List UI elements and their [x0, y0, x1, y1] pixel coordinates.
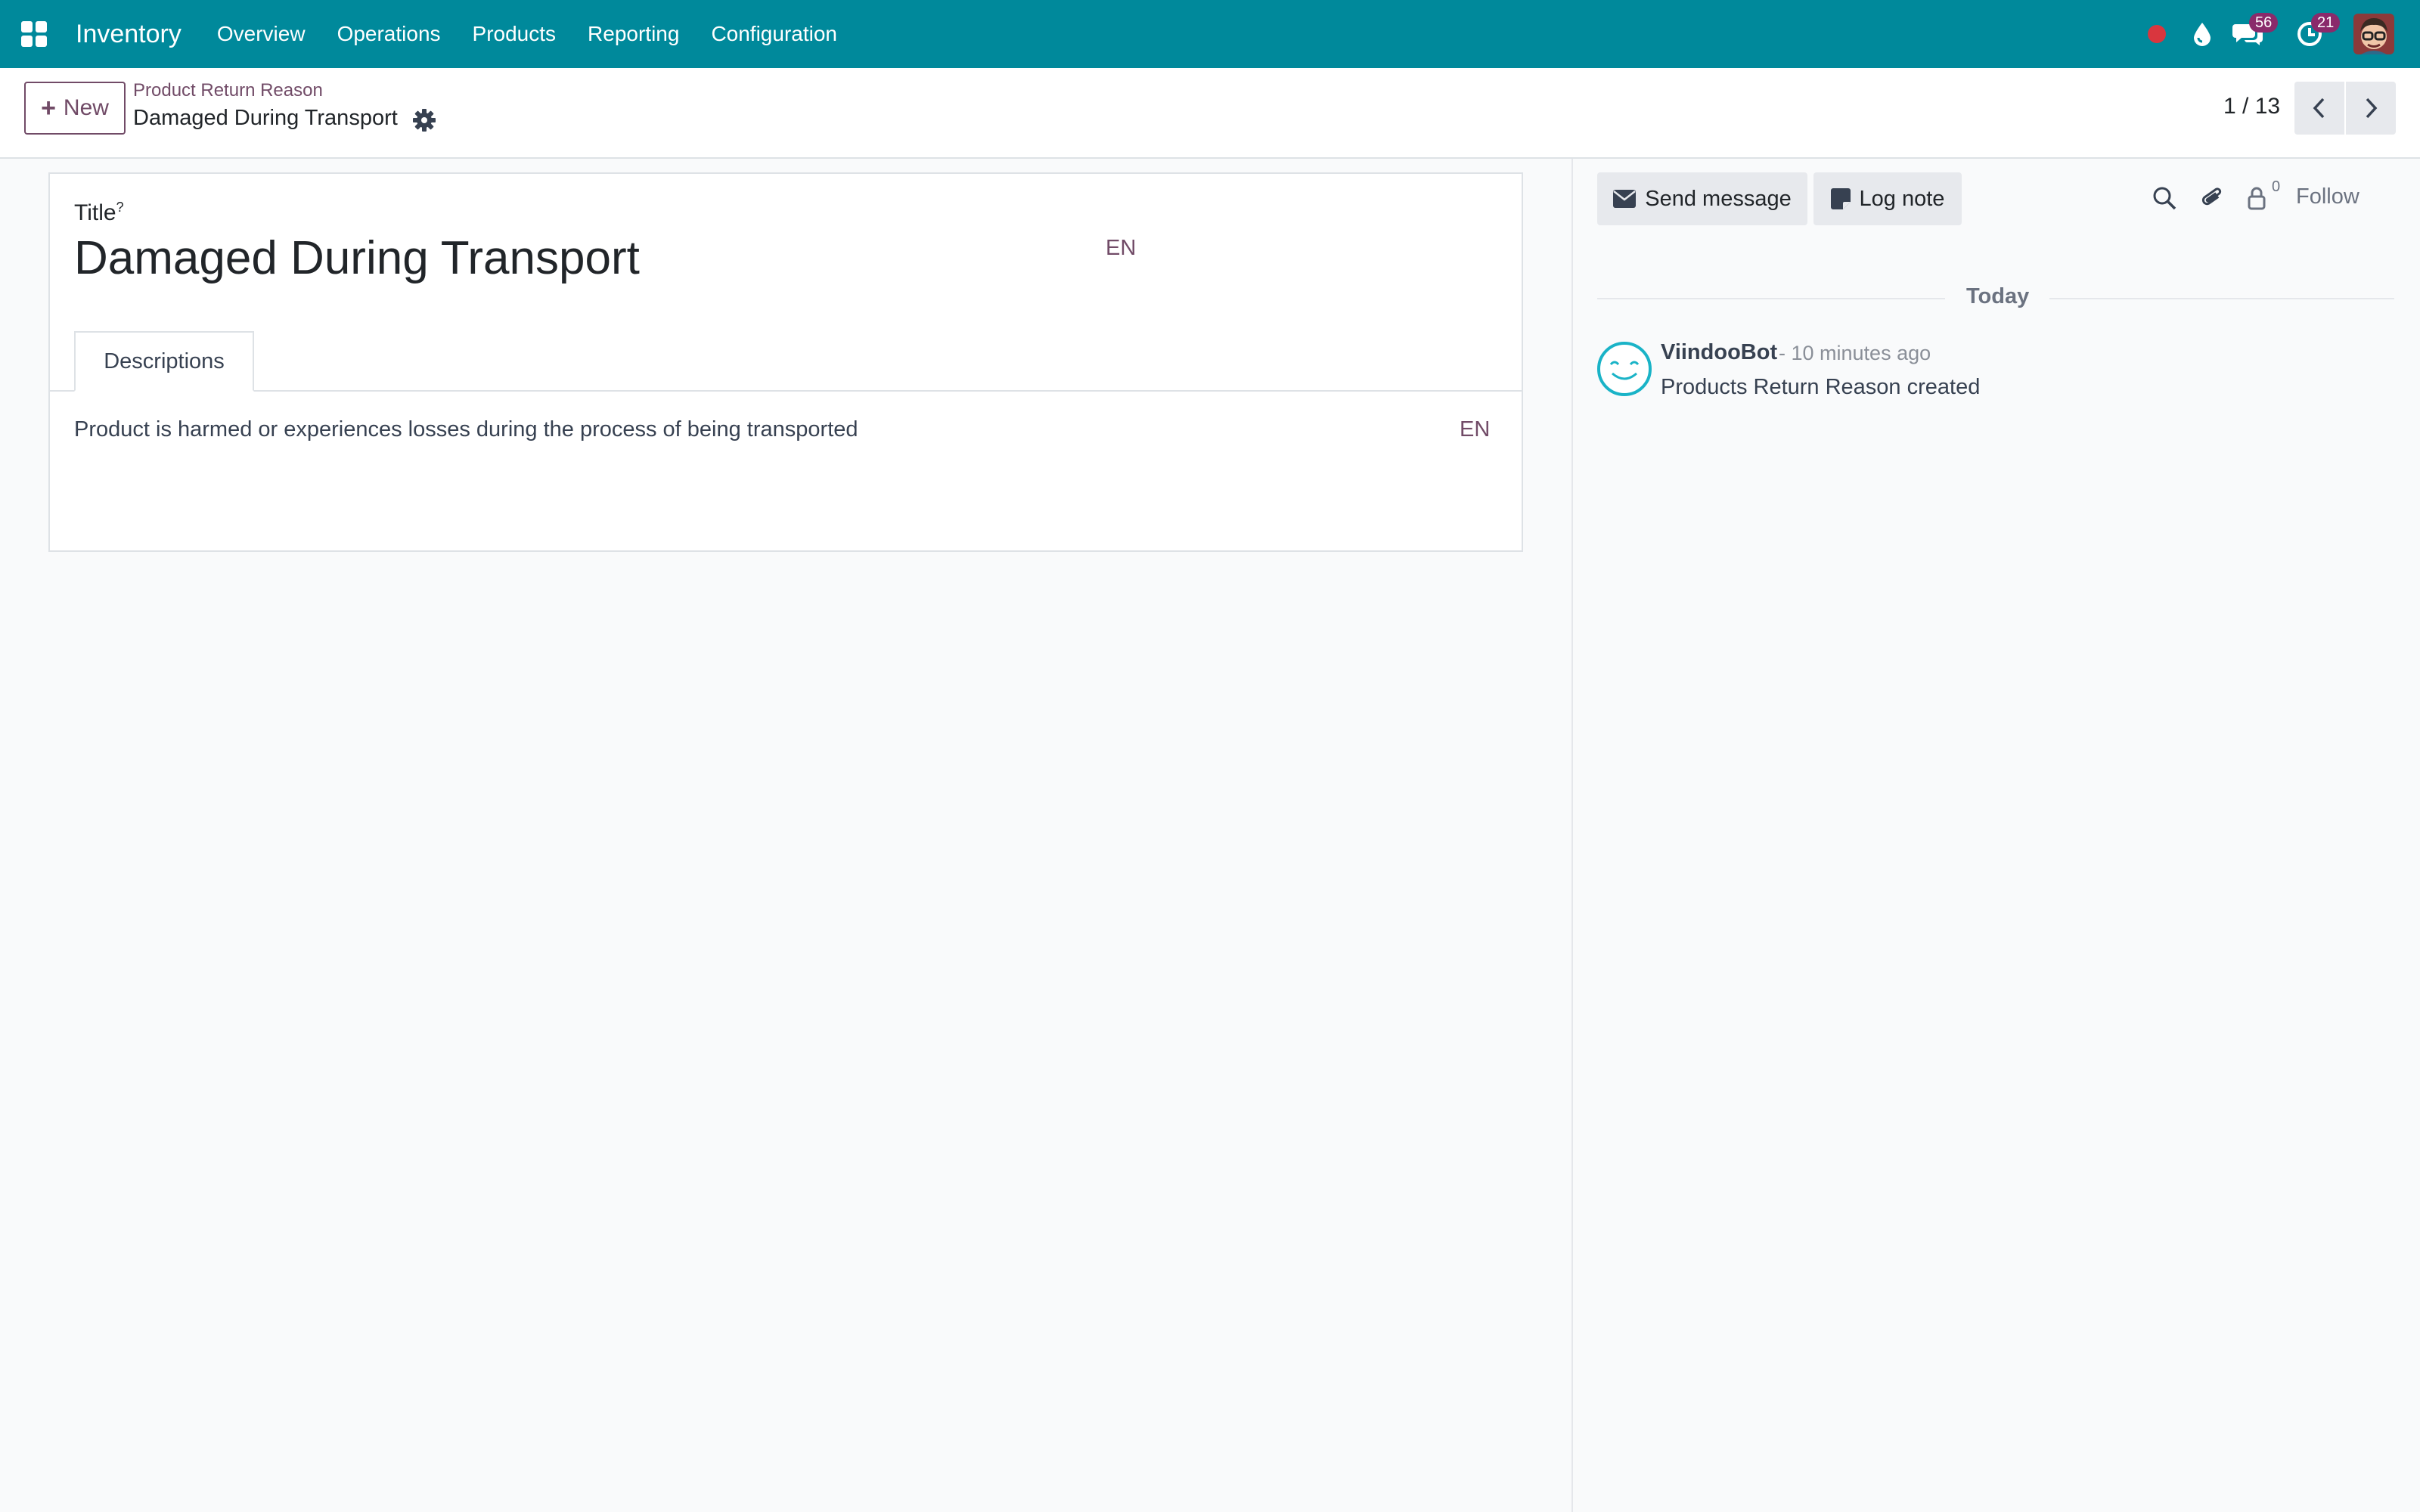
message-author[interactable]: ViindooBot [1661, 340, 1777, 365]
app-grid-icon[interactable] [17, 17, 51, 51]
menu-operations[interactable]: Operations [321, 22, 457, 46]
paperclip-icon[interactable] [2196, 181, 2229, 215]
title-help-tooltip[interactable]: ? [116, 200, 124, 215]
follower-count: 0 [2272, 178, 2281, 195]
description-field[interactable]: Product is harmed or experiences losses … [74, 417, 858, 442]
breadcrumb-parent-link[interactable]: Product Return Reason [133, 80, 323, 101]
title-field[interactable]: Damaged During Transport [74, 231, 640, 285]
menu-configuration[interactable]: Configuration [695, 22, 853, 46]
send-message-label: Send message [1645, 186, 1792, 211]
menu-overview[interactable]: Overview [201, 22, 321, 46]
follow-button[interactable]: Follow [2296, 184, 2360, 209]
send-message-button[interactable]: Send message [1597, 172, 1807, 225]
title-language-button[interactable]: EN [1106, 236, 1136, 261]
gear-icon[interactable] [411, 107, 437, 133]
date-separator-line-left [1597, 298, 1945, 299]
pager-next-button[interactable] [2346, 82, 2396, 135]
chevron-left-icon [2313, 98, 2325, 119]
sticky-note-icon [1830, 188, 1851, 209]
breadcrumb-current: Damaged During Transport [133, 106, 398, 130]
lock-followers-icon[interactable] [2240, 181, 2273, 215]
form-sheet: Title? Damaged During Transport EN Descr… [48, 172, 1523, 552]
control-panel: + New Product Return Reason Damaged Duri… [0, 68, 2420, 159]
date-separator-line-right [2049, 298, 2394, 299]
new-button[interactable]: + New [24, 82, 126, 135]
user-avatar[interactable] [2353, 14, 2394, 54]
date-separator: Today [1966, 284, 2030, 308]
record-dot-icon[interactable] [2139, 16, 2175, 52]
envelope-icon [1613, 190, 1637, 208]
pager-previous-button[interactable] [2294, 82, 2344, 135]
pager-value[interactable]: 1 / 13 [2223, 94, 2280, 119]
main-navbar: Inventory Overview Operations Products R… [0, 0, 2420, 68]
bot-avatar [1596, 340, 1653, 398]
search-icon[interactable] [2148, 181, 2181, 215]
log-note-label: Log note [1859, 186, 1945, 211]
messages-icon[interactable]: 56 [2229, 13, 2279, 52]
message-time: - 10 minutes ago [1779, 342, 1931, 364]
menu-reporting[interactable]: Reporting [572, 22, 695, 46]
messages-badge: 56 [2249, 13, 2279, 33]
activities-clock-icon[interactable]: 21 [2291, 13, 2341, 52]
description-language-button[interactable]: EN [1460, 417, 1490, 442]
new-button-label: New [63, 95, 109, 120]
chatter-divider [1571, 159, 1573, 1512]
systray: 56 21 [2130, 0, 2420, 68]
chevron-right-icon [2366, 98, 2378, 119]
title-label-text: Title [74, 200, 116, 225]
app-name[interactable]: Inventory [76, 20, 182, 49]
tab-divider [50, 390, 1522, 392]
activities-badge: 21 [2311, 13, 2341, 33]
message-body: Products Return Reason created [1661, 375, 1981, 399]
log-note-button[interactable]: Log note [1813, 172, 1962, 225]
title-label: Title? [74, 200, 124, 226]
plus-icon: + [41, 94, 56, 122]
droplet-icon[interactable] [2184, 16, 2220, 52]
tab-descriptions[interactable]: Descriptions [74, 331, 254, 392]
menu-products[interactable]: Products [457, 22, 572, 46]
